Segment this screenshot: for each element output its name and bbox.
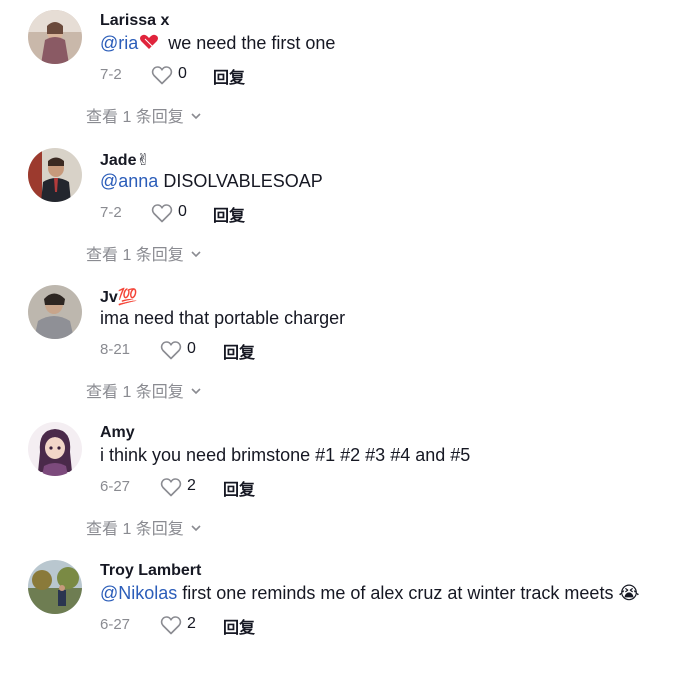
comment-item: Larissa x @ria we need the first one 7-2… [0, 0, 682, 137]
comment-text: i think you need brimstone #1 #2 #3 #4 a… [100, 445, 470, 466]
heart-emoji-icon [140, 34, 159, 49]
view-replies-button[interactable]: 查看 1 条回复 [86, 103, 202, 127]
view-replies-label: 查看 1 条回复 [86, 384, 184, 401]
comment-body: first one reminds me of alex cruz at win… [177, 583, 640, 603]
chevron-down-icon [191, 251, 201, 258]
comment-item: Amy i think you need brimstone #1 #2 #3 … [0, 412, 682, 549]
comment-text: @ria we need the first one [100, 33, 335, 54]
avatar-image [28, 422, 82, 476]
comment-text: @anna DISOLVABLESOAP [100, 171, 323, 192]
avatar[interactable] [28, 560, 82, 614]
like-count: 0 [178, 65, 187, 82]
chevron-down-icon [191, 113, 201, 120]
avatar-image [28, 560, 82, 614]
reply-button[interactable]: 回复 [223, 476, 255, 500]
comment-date: 6-27 [100, 478, 131, 495]
view-replies-button[interactable]: 查看 1 条回复 [86, 241, 202, 265]
view-replies-label: 查看 1 条回复 [86, 247, 184, 264]
chevron-down-icon [191, 525, 201, 532]
comment-item: Jade✌ @anna DISOLVABLESOAP 7-2 0 回复 查看 1… [0, 138, 682, 275]
avatar-image [28, 285, 82, 339]
comment-date: 6-27 [100, 616, 131, 633]
comment-username[interactable]: Jade✌ [100, 150, 150, 170]
avatar[interactable] [28, 10, 82, 64]
reply-button[interactable]: 回复 [213, 64, 245, 88]
avatar[interactable] [28, 285, 82, 339]
comment-body: DISOLVABLESOAP [158, 171, 323, 191]
like-count: 0 [178, 203, 187, 220]
view-replies-label: 查看 1 条回复 [86, 521, 184, 538]
reply-button[interactable]: 回复 [223, 339, 255, 363]
like-count: 2 [187, 615, 196, 632]
comment-username[interactable]: Troy Lambert [100, 562, 201, 580]
heart-outline-icon [151, 66, 173, 85]
comment-text: ima need that portable charger [100, 308, 345, 329]
reply-button[interactable]: 回复 [223, 614, 255, 638]
comment-item: Troy Lambert @Nikolas first one reminds … [0, 550, 682, 687]
comment-item: Jv💯 ima need that portable charger 8-21 … [0, 275, 682, 412]
view-replies-button[interactable]: 查看 1 条回复 [86, 378, 202, 402]
view-replies-label: 查看 1 条回复 [86, 109, 184, 126]
comment-body: we need the first one [163, 33, 336, 53]
mention-link[interactable]: @anna [100, 171, 158, 191]
comment-date: 8-21 [100, 341, 131, 358]
like-count: 2 [187, 477, 196, 494]
comment-username[interactable]: Larissa x [100, 12, 169, 30]
reply-button[interactable]: 回复 [213, 202, 245, 226]
comment-text: @Nikolas first one reminds me of alex cr… [100, 583, 639, 604]
comment-username[interactable]: Jv💯 [100, 287, 138, 307]
mention-link[interactable]: @Nikolas [100, 583, 177, 603]
mention-link[interactable]: @ria [100, 33, 138, 53]
avatar-image [28, 148, 82, 202]
like-count: 0 [187, 340, 196, 357]
comment-body: i think you need brimstone #1 #2 #3 #4 a… [100, 445, 471, 465]
heart-outline-icon [160, 341, 182, 360]
comment-body: ima need that portable charger [100, 308, 346, 328]
heart-outline-icon [151, 204, 173, 223]
avatar-image [28, 10, 82, 64]
heart-outline-icon [160, 616, 182, 635]
heart-outline-icon [160, 478, 182, 497]
avatar[interactable] [28, 422, 82, 476]
comment-date: 7-2 [100, 204, 122, 221]
comment-date: 7-2 [100, 66, 122, 83]
chevron-down-icon [191, 388, 201, 395]
comment-username[interactable]: Amy [100, 424, 135, 442]
view-replies-button[interactable]: 查看 1 条回复 [86, 515, 202, 539]
avatar[interactable] [28, 148, 82, 202]
